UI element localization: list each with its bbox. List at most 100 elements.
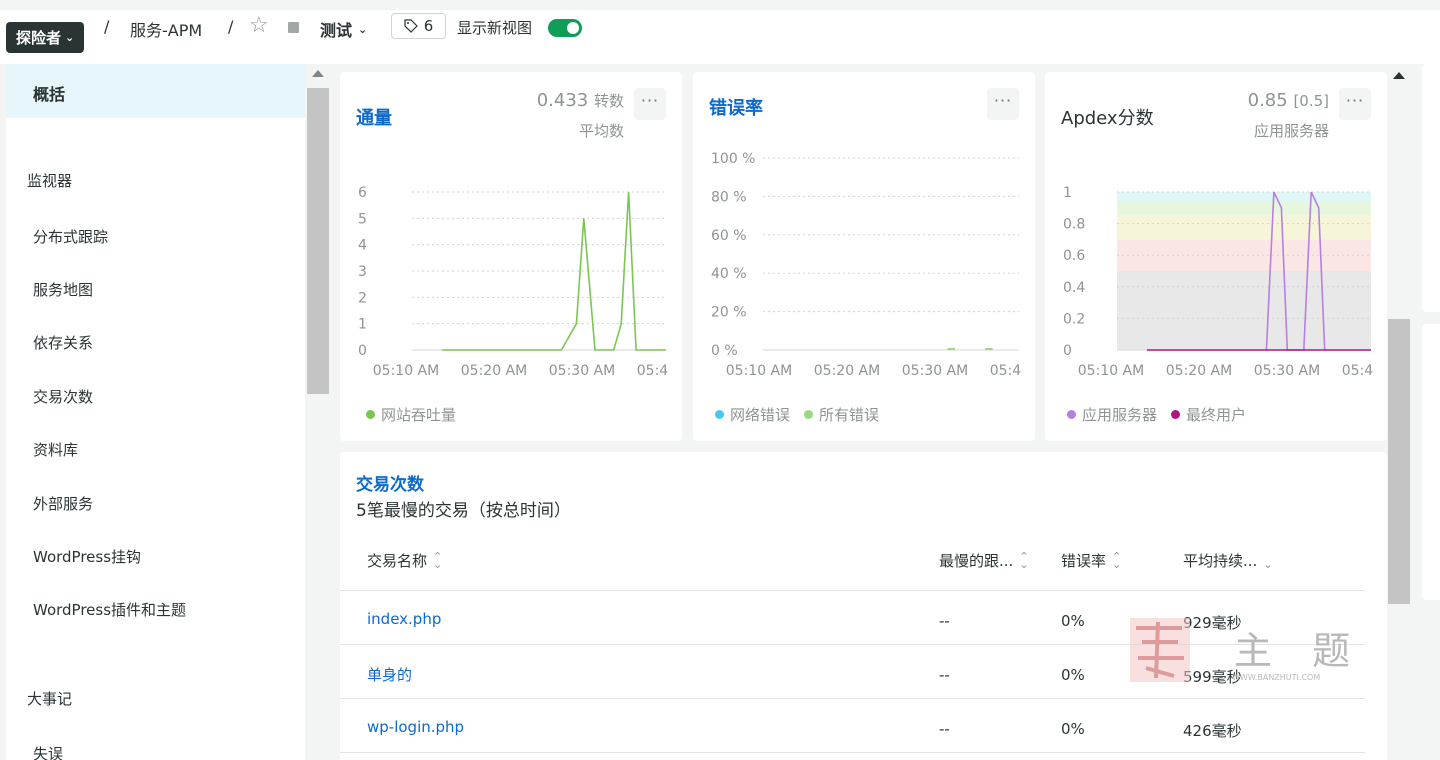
new-view-toggle[interactable] <box>548 19 582 37</box>
table-divider <box>340 752 1365 753</box>
error-rate-cell: 0% <box>1061 720 1085 738</box>
more-options-button[interactable]: ··· <box>1339 88 1371 120</box>
throughput-card: 通量 0.433 转数 平均数 ··· 0 1 2 3 4 5 6 05:00 AM 05:10… <box>340 72 682 441</box>
metric-value: 0.433 转数 <box>537 90 624 111</box>
card-title[interactable]: 错误率 <box>709 94 763 120</box>
x-tick-label: 05:00 AM <box>693 363 704 379</box>
more-options-button[interactable]: ··· <box>634 88 666 120</box>
legend-label: 应用服务器 <box>1082 406 1158 424</box>
legend-item[interactable]: 网络错误 <box>715 404 790 425</box>
x-tick-label: 05:30 AM <box>549 363 615 379</box>
legend-item[interactable]: 应用服务器 <box>1067 404 1157 425</box>
tags-button[interactable]: 6 <box>391 13 446 39</box>
transaction-name-link[interactable]: index.php <box>367 610 441 628</box>
transaction-name-link[interactable]: 单身的 <box>367 664 412 685</box>
sidebar-item-databases[interactable]: 资料库 <box>33 439 78 460</box>
sidebar-item-service-map[interactable]: 服务地图 <box>33 279 93 300</box>
sidebar-item-wordpress-plugins[interactable]: WordPress插件和主题 <box>33 599 186 620</box>
y-tick-label: 0.2 <box>1063 311 1085 327</box>
more-options-button[interactable]: ··· <box>987 88 1019 120</box>
apdex-chart: 0 0.2 0.4 0.6 0.8 1 05:00 AM 05:10 AM 05:20 AM 05… <box>1045 185 1373 379</box>
card-title[interactable]: 通量 <box>356 104 392 130</box>
legend-dot <box>1171 410 1181 419</box>
x-tick-label: 05:40 AM <box>637 363 682 379</box>
legend-dot <box>804 410 814 419</box>
sort-icon[interactable]: ⌄ <box>1263 559 1272 570</box>
sort-icon[interactable]: ⌃ ⌄ <box>1112 551 1121 570</box>
x-tick-label: 05:00 AM <box>1045 363 1056 379</box>
sidebar-item-dependencies[interactable]: 依存关系 <box>33 332 93 353</box>
transaction-name-link[interactable]: wp-login.php <box>367 718 464 736</box>
legend-item[interactable]: 最终用户 <box>1171 404 1246 425</box>
apdex-band <box>1117 201 1371 216</box>
legend-item[interactable]: 网站吞吐量 <box>366 404 456 425</box>
legend-dot <box>366 410 375 419</box>
account-switcher-button[interactable]: 探险者 ⌄ <box>6 22 85 53</box>
error-rate-cell: 0% <box>1061 612 1085 630</box>
main-scrollbar[interactable] <box>1388 64 1410 760</box>
breadcrumb-separator: / <box>104 17 110 36</box>
transactions-title[interactable]: 交易次数 <box>356 470 424 495</box>
scrollbar-thumb[interactable] <box>1388 319 1410 604</box>
scroll-up-arrow-icon[interactable] <box>312 70 324 77</box>
legend-label: 网站吞吐量 <box>381 406 457 424</box>
legend-label: 最终用户 <box>1186 406 1247 424</box>
tag-icon <box>404 19 418 33</box>
y-tick-label: 0 % <box>711 343 738 359</box>
column-header-error-rate[interactable]: 错误率 ⌃ ⌄ <box>1061 550 1121 571</box>
chart-legend: 网站吞吐量 <box>366 404 456 425</box>
y-tick-label: 100 % <box>711 151 755 167</box>
column-header-name[interactable]: 交易名称 ⌃ ⌄ <box>367 550 442 571</box>
legend-label: 网络错误 <box>730 406 791 424</box>
chart-legend: 应用服务器 最终用户 <box>1067 404 1246 425</box>
sidebar-item-external-services[interactable]: 外部服务 <box>33 493 93 514</box>
scroll-up-arrow-icon[interactable] <box>1393 72 1405 79</box>
metric-label: 平均数 <box>578 122 624 140</box>
x-tick-label: 05:00 AM <box>340 363 351 379</box>
x-tick-label: 05:10 AM <box>373 363 439 379</box>
breadcrumb-service[interactable]: 服务-APM <box>130 17 202 41</box>
metric-value: 0.85 [0.5] <box>1248 90 1329 111</box>
y-tick-label: 5 <box>358 211 367 227</box>
y-tick-label: 1 <box>358 317 367 333</box>
breadcrumb-separator-2: / <box>228 17 234 36</box>
sidebar-item-wordpress-hooks[interactable]: WordPress挂钩 <box>33 546 141 567</box>
metric-number: 0.85 <box>1247 90 1288 111</box>
scrollbar-thumb[interactable] <box>307 88 329 394</box>
legend-item[interactable]: 所有错误 <box>804 404 879 425</box>
series-mark <box>985 348 993 350</box>
sidebar-item-distributed-tracing[interactable]: 分布式跟踪 <box>33 226 108 247</box>
y-tick-label: 4 <box>358 238 367 254</box>
card-title[interactable]: Apdex分数 <box>1061 104 1154 130</box>
apdex-band <box>1117 192 1371 202</box>
y-tick-label: 0.8 <box>1063 217 1085 233</box>
status-square-icon <box>288 22 299 33</box>
legend-dot <box>715 410 724 419</box>
sidebar-scrollbar[interactable] <box>307 64 329 760</box>
sort-icon[interactable]: ⌃ ⌄ <box>1019 551 1028 570</box>
x-tick-label: 05:20 AM <box>1166 363 1232 379</box>
sidebar-section-monitors: 监视器 <box>27 172 73 190</box>
chevron-down-icon: ⌄ <box>65 31 75 44</box>
slowest-trace-cell: -- <box>939 720 950 738</box>
series-mark <box>947 348 955 350</box>
y-tick-label: 0 <box>358 343 367 359</box>
svg-text:WWW.BANZHUTI.COM: WWW.BANZHUTI.COM <box>1232 673 1320 682</box>
favorite-star-icon[interactable]: ☆ <box>249 13 269 38</box>
y-tick-label: 1 <box>1063 185 1072 201</box>
watermark-image: 主 题 WWW.BANZHUTI.COM <box>1130 618 1350 682</box>
sort-icon[interactable]: ⌃ ⌄ <box>433 551 442 570</box>
sidebar-item-transactions[interactable]: 交易次数 <box>33 386 93 407</box>
x-tick-label: 05:30 AM <box>1254 363 1320 379</box>
chart-legend: 网络错误 所有错误 <box>715 404 879 425</box>
sidebar: 概括 监视器 分布式跟踪 服务地图 依存关系 交易次数 资料库 外部服务 Wor… <box>6 64 305 760</box>
sidebar-item-errors[interactable]: 失误 <box>33 743 63 760</box>
side-panel-edge <box>1422 64 1440 312</box>
throughput-chart: 0 1 2 3 4 5 6 05:00 AM 05:10 AM 05:20 AM 05:30 AM 0… <box>340 185 682 379</box>
sidebar-item-overview[interactable]: 概括 <box>6 64 305 118</box>
column-header-avg-duration[interactable]: 平均持续... ⌄ <box>1183 550 1273 571</box>
column-header-slowest[interactable]: 最慢的跟... ⌃ ⌄ <box>939 550 1029 571</box>
error-rate-card: 错误率 ··· 0 % 20 % 40 % 60 % 80 % 100 % 05:00 AM… <box>693 72 1035 441</box>
environment-selector[interactable]: 测试 ⌄ <box>320 17 367 41</box>
table-divider <box>340 590 1365 591</box>
